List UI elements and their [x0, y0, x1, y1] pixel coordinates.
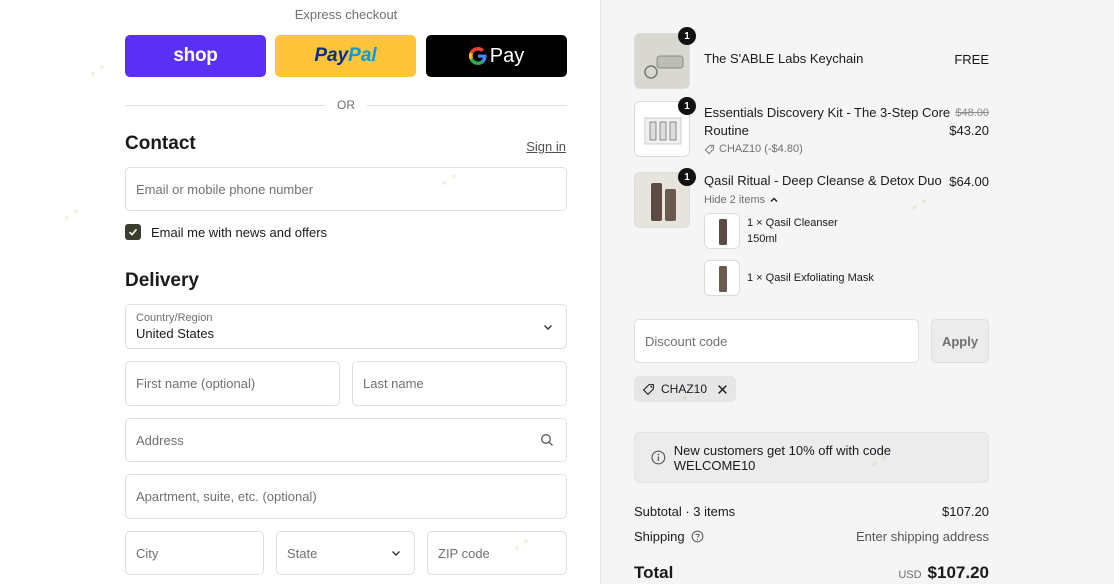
- or-label: OR: [337, 98, 355, 112]
- sub-item-detail: 150ml: [747, 233, 777, 245]
- apartment-field[interactable]: Apartment, suite, etc. (optional): [125, 474, 567, 519]
- promo-info-text: New customers get 10% off with code WELC…: [673, 442, 892, 473]
- info-icon: [651, 450, 666, 465]
- total-value: $107.20: [927, 563, 989, 582]
- sub-item-thumbnail: [704, 260, 740, 296]
- tag-icon: [642, 383, 654, 395]
- divider-line: [367, 104, 567, 106]
- newsletter-option[interactable]: Email me with news and offers: [125, 224, 327, 240]
- quantity-badge: 1: [678, 97, 696, 115]
- checkmark-icon: [128, 228, 138, 236]
- address-placeholder: Address: [136, 432, 184, 448]
- or-divider: OR: [125, 97, 567, 113]
- subtotal-value: $107.20: [942, 503, 989, 519]
- city-placeholder: City: [136, 545, 159, 561]
- chevron-up-icon: [770, 197, 778, 202]
- first-name-placeholder: First name (optional): [136, 376, 256, 391]
- divider-line: [125, 104, 325, 106]
- applied-code-label: CHAZ10: [661, 382, 708, 396]
- watermark: ✦ ✦: [60, 205, 83, 226]
- cart-item: 1 The S'ABLE Labs Keychain FREE: [634, 27, 989, 89]
- hide-items-label: Hide 2 items: [704, 194, 766, 206]
- newsletter-label: Email me with news and offers: [151, 224, 328, 240]
- quantity-badge: 1: [678, 168, 696, 186]
- city-field[interactable]: City: [125, 531, 264, 575]
- item-discount: CHAZ10 (-$4.80): [704, 140, 803, 158]
- exfoliating-mask-image: [719, 266, 727, 292]
- zip-field[interactable]: ZIP code: [427, 531, 567, 575]
- shipping-label-group: Shipping: [634, 529, 704, 544]
- express-checkout-label: Express checkout: [294, 7, 398, 22]
- search-icon: [541, 434, 553, 446]
- email-field[interactable]: Email or mobile phone number: [125, 167, 567, 211]
- discount-code-placeholder: Discount code: [645, 333, 728, 349]
- shipping-label: Shipping: [634, 528, 685, 544]
- item-price: FREE: [954, 52, 989, 67]
- applied-discount-chip: CHAZ10: [634, 376, 737, 402]
- newsletter-checkbox[interactable]: [125, 224, 141, 240]
- shipping-value: Enter shipping address: [856, 528, 989, 544]
- paypal-label-part1: Pay: [314, 45, 349, 66]
- help-icon[interactable]: [691, 530, 704, 543]
- promo-info-banner: New customers get 10% off with code WELC…: [634, 432, 989, 483]
- cart-item: 1 Qasil Ritual - Deep Cleanse & Detox Du…: [634, 168, 989, 298]
- google-pay-button[interactable]: Pay: [426, 35, 567, 77]
- shipping-row: Shipping Enter shipping address: [634, 527, 989, 545]
- email-placeholder: Email or mobile phone number: [136, 181, 314, 197]
- subtotal-label: Subtotal · 3 items: [634, 503, 736, 519]
- discount-code-field[interactable]: Discount code: [634, 319, 919, 363]
- paypal-button[interactable]: Pay Pal: [275, 35, 416, 77]
- address-field[interactable]: Address: [125, 418, 567, 462]
- item-name-line2: Routine: [704, 123, 749, 138]
- total-amount-group: USD $107.20: [898, 563, 989, 583]
- first-name-field[interactable]: First name (optional): [125, 361, 340, 406]
- item-name-line1: Essentials Discovery Kit - The 3-Step Co…: [704, 105, 951, 120]
- google-pay-label: Pay: [489, 44, 525, 67]
- delivery-heading: Delivery: [125, 270, 199, 291]
- apply-button[interactable]: Apply: [931, 319, 989, 363]
- total-row: Total USD $107.20: [634, 562, 989, 584]
- shop-pay-label: shop: [173, 45, 218, 66]
- contact-heading: Contact: [125, 133, 196, 154]
- chevron-down-icon: [392, 551, 400, 556]
- paypal-label-part2: Pal: [348, 45, 377, 66]
- sub-item-name: 1 × Qasil Exfoliating Mask: [747, 272, 874, 284]
- item-name: The S'ABLE Labs Keychain: [704, 51, 864, 66]
- quantity-badge: 1: [678, 27, 696, 45]
- checkout-form-panel: Express checkout shop Pay Pal Pay OR Cont…: [0, 0, 600, 584]
- country-label: Country/Region: [136, 312, 213, 324]
- item-discount-text: CHAZ10 (-$4.80): [719, 143, 803, 155]
- total-label: Total: [634, 563, 674, 582]
- item-price: $64.00: [949, 174, 989, 189]
- item-name: Qasil Ritual - Deep Cleanse & Detox Duo: [704, 173, 942, 188]
- state-placeholder: State: [287, 545, 318, 561]
- watermark: ✦ ✦: [86, 61, 109, 82]
- shop-pay-button[interactable]: shop: [125, 35, 266, 77]
- state-select[interactable]: State: [276, 531, 415, 575]
- zip-placeholder: ZIP code: [438, 545, 490, 561]
- last-name-field[interactable]: Last name: [352, 361, 567, 406]
- apartment-placeholder: Apartment, suite, etc. (optional): [136, 489, 317, 504]
- sub-item-thumbnail: [704, 213, 740, 249]
- country-value: United States: [136, 326, 215, 341]
- google-g-icon: [468, 47, 487, 65]
- hide-items-toggle[interactable]: Hide 2 items: [704, 191, 779, 209]
- currency-code: USD: [898, 569, 922, 581]
- cart-item: 1 Essentials Discovery Kit - The 3-Step …: [634, 97, 989, 158]
- subtotal-row: Subtotal · 3 items $107.20: [634, 502, 989, 520]
- chevron-down-icon: [544, 324, 552, 330]
- sign-in-link[interactable]: Sign in: [526, 139, 566, 154]
- item-price: $43.20: [949, 123, 989, 138]
- last-name-placeholder: Last name: [363, 376, 424, 391]
- original-price: $48.00: [955, 107, 989, 119]
- tag-icon: [704, 144, 715, 154]
- close-icon[interactable]: [717, 384, 728, 395]
- country-select[interactable]: Country/Region United States: [125, 304, 567, 349]
- sub-item-name: 1 × Qasil Cleanser: [747, 217, 838, 229]
- cleanser-image: [719, 219, 727, 245]
